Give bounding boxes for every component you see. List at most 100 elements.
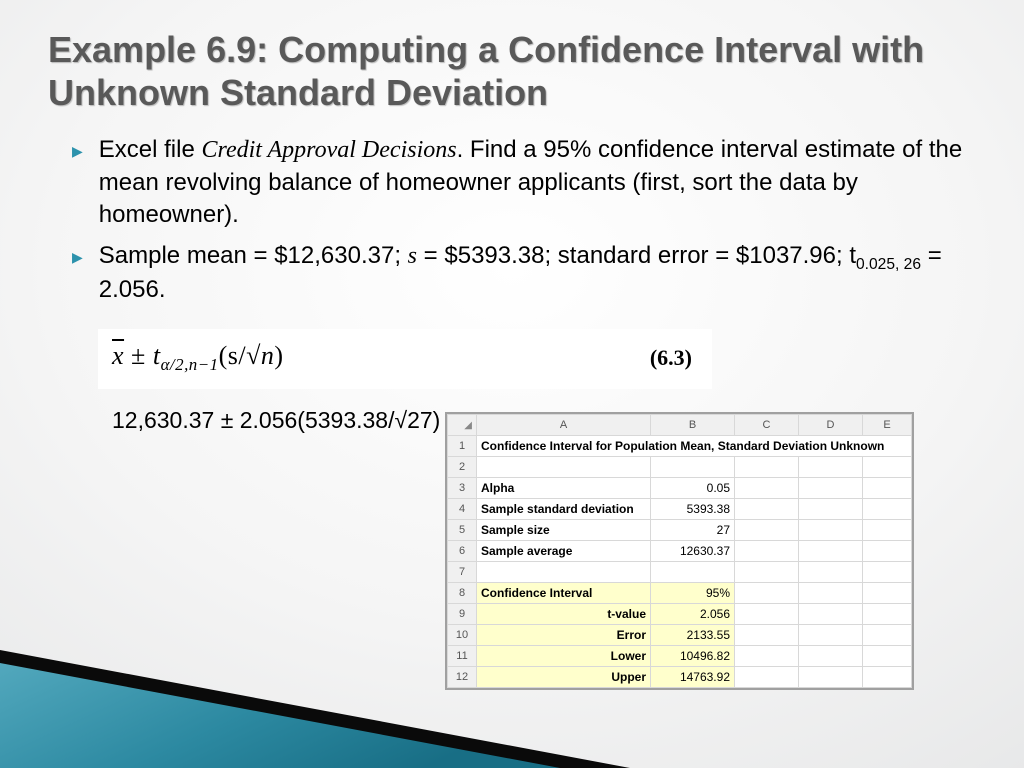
t: t: [153, 341, 161, 370]
text: Excel file: [99, 136, 202, 163]
col-header-b: B: [651, 415, 735, 436]
cell: 0.05: [651, 478, 735, 499]
bullet-2: ▶ Sample mean = $12,630.37; s = $5393.38…: [72, 240, 976, 307]
cell: Error: [477, 625, 651, 646]
cell: [735, 646, 799, 667]
subscript: 0.025, 26: [856, 255, 921, 272]
cell: [735, 499, 799, 520]
text: = $5393.38; standard error = $1037.96; t: [417, 242, 856, 269]
excel-screenshot: ◢ A B C D E 1Confidence Interval for Pop…: [445, 412, 914, 690]
cell: Upper: [477, 667, 651, 688]
cell: [735, 667, 799, 688]
cell: Sample size: [477, 520, 651, 541]
cell: [863, 541, 912, 562]
cell: [799, 583, 863, 604]
cell: [863, 646, 912, 667]
row-header: 6: [448, 541, 477, 562]
bullet-icon: ▶: [72, 134, 83, 161]
cell: [735, 478, 799, 499]
cell: [799, 562, 863, 583]
cell: [799, 646, 863, 667]
formula: x ± tα/2,n−1(s/√n): [112, 341, 284, 375]
slide-title: Example 6.9: Computing a Confidence Inte…: [0, 0, 1024, 126]
cell: [863, 457, 912, 478]
bullet-1-text: Excel file Credit Approval Decisions. Fi…: [99, 134, 976, 231]
cell: [799, 478, 863, 499]
row-header: 4: [448, 499, 477, 520]
cell: [651, 562, 735, 583]
cell: 10496.82: [651, 646, 735, 667]
cell: [863, 583, 912, 604]
cell: Confidence Interval for Population Mean,…: [477, 436, 912, 457]
sub: α/2,n−1: [161, 355, 219, 374]
bullet-1: ▶ Excel file Credit Approval Decisions. …: [72, 134, 976, 231]
cell: [863, 499, 912, 520]
cell: Confidence Interval: [477, 583, 651, 604]
cell: [863, 478, 912, 499]
col-header-c: C: [735, 415, 799, 436]
row-header: 11: [448, 646, 477, 667]
row-header: 2: [448, 457, 477, 478]
n: n: [261, 341, 275, 370]
pm: ±: [124, 341, 153, 370]
formula-box: x ± tα/2,n−1(s/√n) (6.3): [98, 329, 712, 389]
cell: [799, 604, 863, 625]
paren: (s/√: [219, 341, 261, 370]
cell: [735, 625, 799, 646]
cell: 2.056: [651, 604, 735, 625]
cell: [735, 541, 799, 562]
bullet-2-text: Sample mean = $12,630.37; s = $5393.38; …: [99, 240, 976, 307]
cell: [799, 457, 863, 478]
formula-number: (6.3): [650, 345, 692, 371]
close: ): [274, 341, 283, 370]
cell: 12630.37: [651, 541, 735, 562]
cell: [799, 541, 863, 562]
cell: [477, 562, 651, 583]
col-header-a: A: [477, 415, 651, 436]
cell: [863, 562, 912, 583]
row-header: 3: [448, 478, 477, 499]
text: Sample mean = $12,630.37;: [99, 242, 408, 269]
content-area: ▶ Excel file Credit Approval Decisions. …: [0, 126, 1024, 306]
cell: [735, 457, 799, 478]
cell: 95%: [651, 583, 735, 604]
cell: Alpha: [477, 478, 651, 499]
row-header: 8: [448, 583, 477, 604]
cell: [735, 520, 799, 541]
bullet-icon: ▶: [72, 240, 83, 267]
col-header-e: E: [863, 415, 912, 436]
italic-text: Credit Approval Decisions: [201, 137, 456, 163]
cell: [735, 583, 799, 604]
row-header: 10: [448, 625, 477, 646]
cell: [799, 667, 863, 688]
cell: [799, 625, 863, 646]
cell: 27: [651, 520, 735, 541]
col-header-d: D: [799, 415, 863, 436]
cell: [477, 457, 651, 478]
cell: Lower: [477, 646, 651, 667]
row-header: 1: [448, 436, 477, 457]
cell: [799, 520, 863, 541]
row-header: 9: [448, 604, 477, 625]
cell: [863, 625, 912, 646]
cell: 5393.38: [651, 499, 735, 520]
cell: [735, 604, 799, 625]
cell: [863, 604, 912, 625]
cell: 2133.55: [651, 625, 735, 646]
cell: [799, 499, 863, 520]
row-header: 5: [448, 520, 477, 541]
italic-text: s: [408, 243, 417, 269]
cell: [651, 457, 735, 478]
cell: 14763.92: [651, 667, 735, 688]
cell: Sample standard deviation: [477, 499, 651, 520]
cell: [863, 667, 912, 688]
cell: t-value: [477, 604, 651, 625]
row-header: 7: [448, 562, 477, 583]
select-all-corner: ◢: [448, 415, 477, 436]
cell: [863, 520, 912, 541]
xbar: x: [112, 341, 124, 370]
row-header: 12: [448, 667, 477, 688]
cell: [735, 562, 799, 583]
excel-grid: ◢ A B C D E 1Confidence Interval for Pop…: [447, 414, 912, 688]
cell: Sample average: [477, 541, 651, 562]
